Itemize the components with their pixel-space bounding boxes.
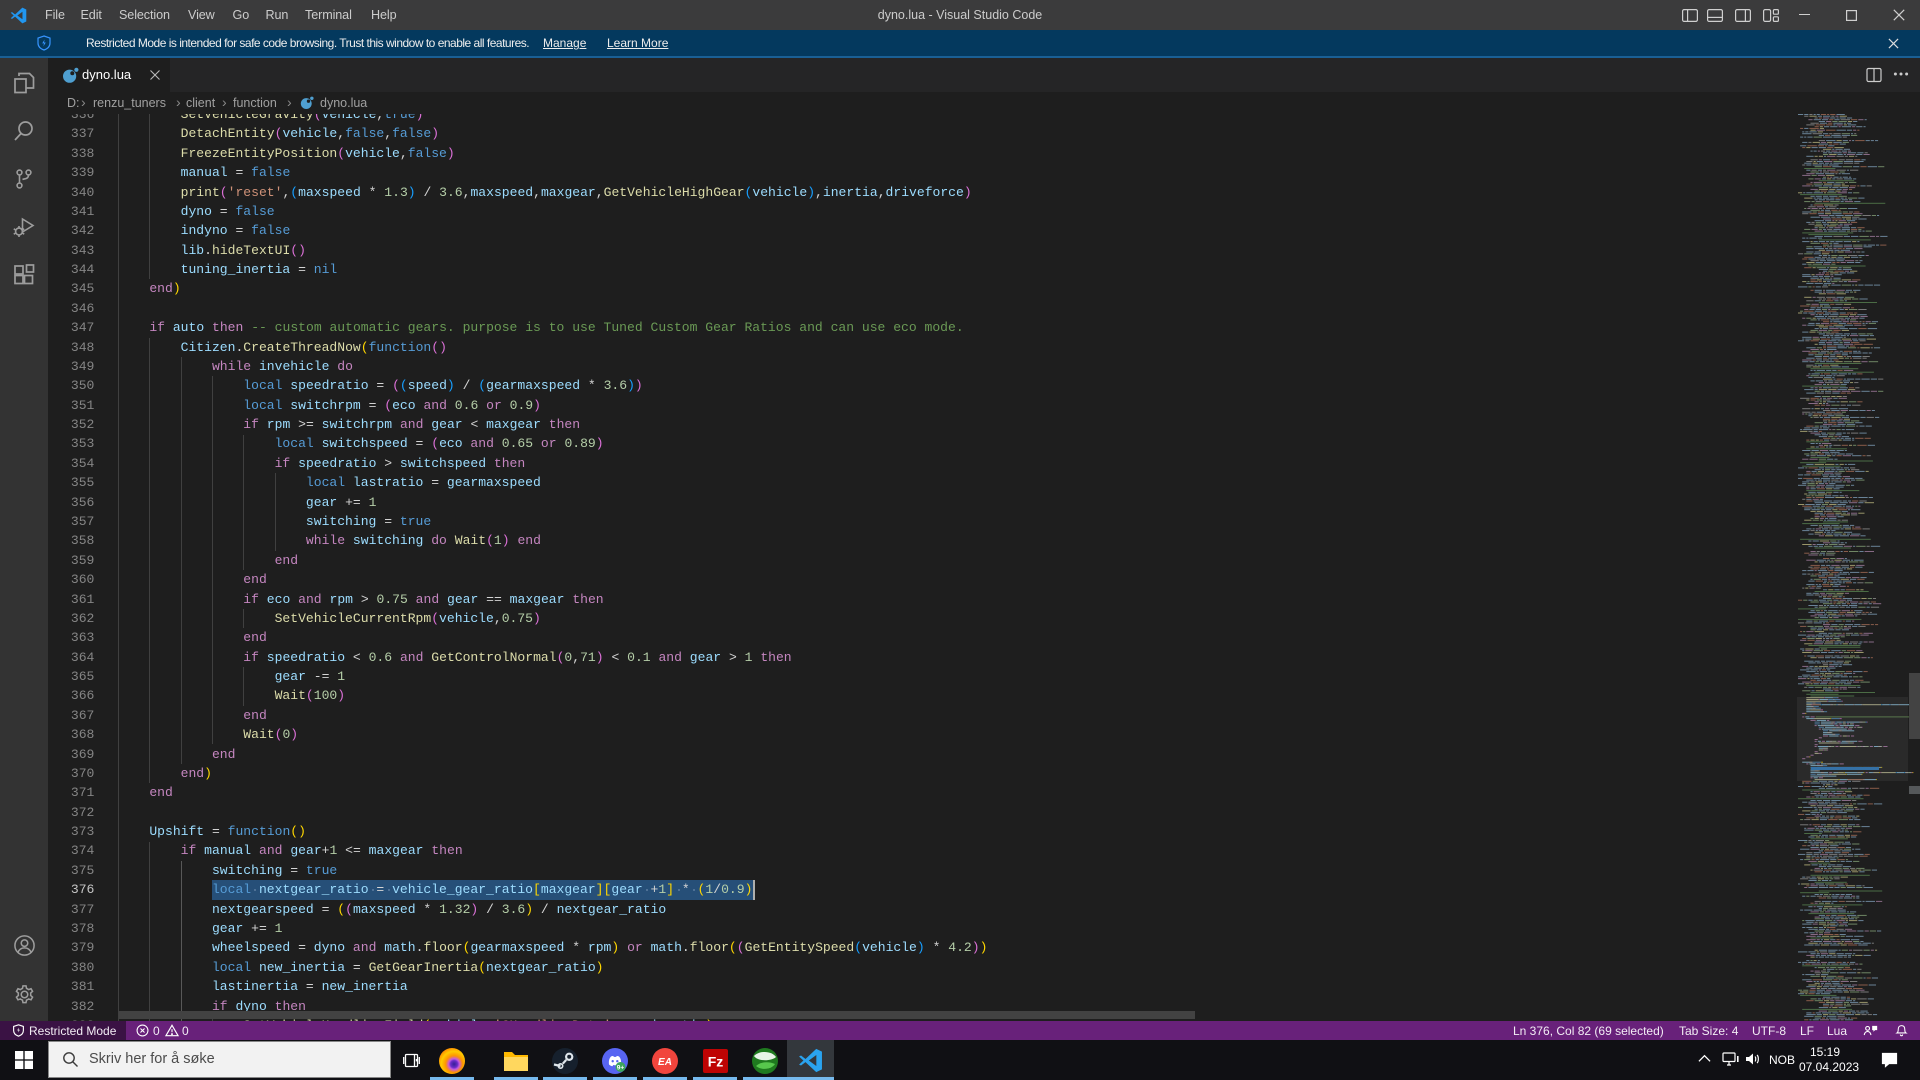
- svg-text:EA: EA: [658, 1057, 672, 1068]
- svg-text:Fz: Fz: [708, 1053, 724, 1069]
- svg-text:9+: 9+: [617, 1064, 625, 1071]
